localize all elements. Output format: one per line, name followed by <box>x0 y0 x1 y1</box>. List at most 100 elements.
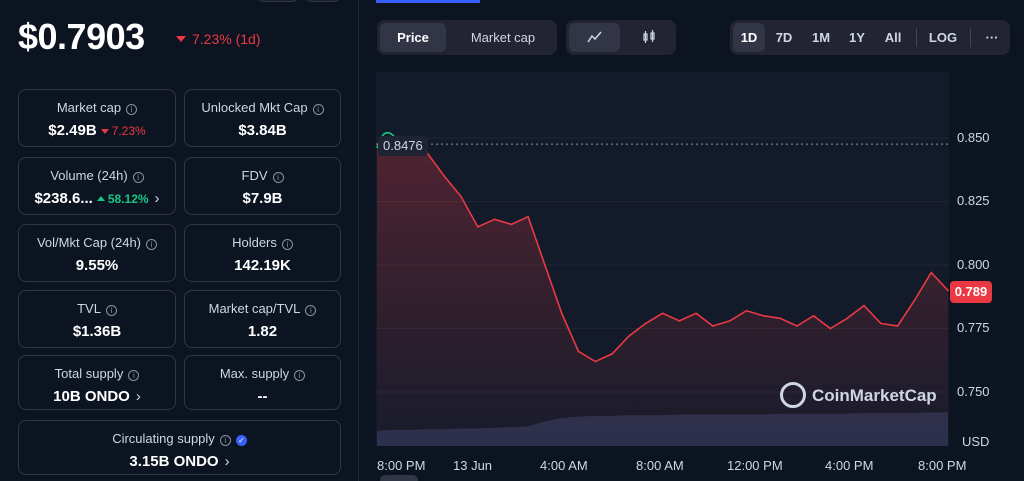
price-point <box>728 320 731 322</box>
coinmarketcap-watermark: CoinMarketCap <box>780 382 937 408</box>
info-icon[interactable]: i <box>219 435 231 446</box>
price-point <box>846 317 848 320</box>
info-icon[interactable]: i <box>128 370 140 381</box>
info-icon[interactable]: i <box>294 370 306 381</box>
coinmarketcap-logo-icon <box>780 382 806 408</box>
high-price-tag: 0.8476 <box>378 136 428 156</box>
down-arrow-icon <box>176 36 186 42</box>
price-change: 7.23% (1d) <box>176 31 260 47</box>
price-point <box>594 360 597 363</box>
price-point <box>829 327 832 330</box>
candlestick-icon <box>642 30 655 43</box>
up-arrow-icon <box>96 196 105 201</box>
info-icon[interactable]: i <box>105 305 117 316</box>
stats-panel: $0.7903 7.23% (1d) Market cap i $2.49B 7.2… <box>0 0 358 481</box>
panel-divider <box>358 0 359 481</box>
price-point <box>560 312 563 315</box>
x-tick-label: 13 Jun <box>453 458 493 473</box>
active-tab-indicator <box>376 0 480 3</box>
y-tick-label: 0.750 <box>957 384 990 399</box>
info-icon[interactable]: i <box>305 305 317 316</box>
tvl-card[interactable]: TVL i $1.36B <box>18 290 176 348</box>
range-toggle: 1D 7D 1M 1Y All LOG ··· <box>730 20 1010 55</box>
unlocked-mkt-cap-card[interactable]: Unlocked Mkt Cap i $3.84B <box>184 89 341 147</box>
max-supply-card[interactable]: Max. supply i -- <box>184 355 341 410</box>
x-tick-label: 4:00 AM <box>540 458 588 473</box>
top-button[interactable] <box>306 0 340 2</box>
range-divider <box>970 28 971 47</box>
price-point <box>527 215 529 218</box>
info-icon[interactable]: i <box>281 239 293 250</box>
tab-market-cap[interactable]: Market cap <box>452 23 554 52</box>
candle-chart-button[interactable] <box>624 23 673 52</box>
range-1y[interactable]: 1Y <box>842 23 872 52</box>
price-point <box>628 335 630 337</box>
price-point <box>796 325 798 327</box>
info-icon[interactable]: i <box>272 172 284 183</box>
tab-price[interactable]: Price <box>380 23 446 52</box>
info-icon[interactable]: i <box>126 104 138 115</box>
more-options-button[interactable]: ··· <box>978 23 1006 52</box>
price-point <box>947 289 949 292</box>
x-tick-label: 12:00 PM <box>727 458 783 473</box>
verified-icon: ✓ <box>235 435 247 446</box>
volume-card[interactable]: Volume (24h) i $238.6... 58.12% › <box>18 157 176 215</box>
chart-scroll-handle[interactable] <box>380 475 418 481</box>
price-point <box>745 309 748 312</box>
current-price: $0.7903 <box>18 16 145 57</box>
price-point <box>762 315 765 317</box>
line-chart-icon <box>586 31 602 43</box>
price-point <box>443 175 445 177</box>
range-all[interactable]: All <box>876 23 910 52</box>
currency-label: USD <box>962 434 990 449</box>
info-icon[interactable]: i <box>132 172 144 183</box>
price-point <box>544 264 546 266</box>
price-mcap-toggle: Price Market cap <box>377 20 557 55</box>
chart-type-toggle <box>566 20 676 55</box>
mcap-tvl-card[interactable]: Market cap/TVL i 1.82 <box>184 290 341 348</box>
price-point <box>913 299 916 302</box>
y-tick-label: 0.775 <box>957 320 990 335</box>
price-point <box>678 320 681 322</box>
price-point <box>863 304 865 307</box>
range-7d[interactable]: 7D <box>768 23 800 52</box>
range-1m[interactable]: 1M <box>804 23 838 52</box>
price-point <box>477 226 479 228</box>
price-point <box>695 312 697 315</box>
x-tick-label: 8:00 PM <box>918 458 967 473</box>
price-point <box>712 325 714 327</box>
down-arrow-icon <box>100 129 109 134</box>
price-point <box>896 325 899 327</box>
range-divider <box>916 28 917 47</box>
circulating-supply-card[interactable]: Circulating supply i ✓ 3.15B ONDO › <box>18 420 341 475</box>
range-1d[interactable]: 1D <box>733 23 765 52</box>
chevron-right-icon: › <box>224 453 230 470</box>
holders-card[interactable]: Holders i 142.19K <box>184 224 341 282</box>
price-chart[interactable] <box>376 72 1006 481</box>
info-icon[interactable]: i <box>312 104 324 115</box>
y-tick-label: 0.825 <box>957 193 990 208</box>
chevron-right-icon: › <box>154 190 160 207</box>
price-point <box>577 350 580 353</box>
fdv-card[interactable]: FDV i $7.9B <box>184 157 341 215</box>
total-supply-card[interactable]: Total supply i 10B ONDO › <box>18 355 176 410</box>
x-tick-label: 8:00 AM <box>636 458 684 473</box>
price-point <box>661 312 664 315</box>
info-icon[interactable]: i <box>146 239 158 250</box>
price-point <box>812 315 815 317</box>
log-scale-button[interactable]: LOG <box>922 23 964 52</box>
line-chart-button[interactable] <box>569 23 620 52</box>
current-price-tag: 0.789 <box>950 281 992 303</box>
price-point <box>611 353 613 355</box>
price-point <box>644 322 647 325</box>
vol-mkt-cap-card[interactable]: Vol/Mkt Cap (24h) i 9.55% <box>18 224 176 282</box>
y-tick-label: 0.850 <box>957 130 990 145</box>
price-point <box>460 195 462 198</box>
x-tick-label: 8:00 PM <box>377 458 426 473</box>
market-cap-card[interactable]: Market cap i $2.49B 7.23% <box>18 89 176 147</box>
chevron-right-icon: › <box>135 388 141 405</box>
price-point <box>779 317 781 320</box>
y-tick-label: 0.800 <box>957 257 990 272</box>
top-button[interactable] <box>258 0 298 2</box>
price-point <box>880 322 882 325</box>
